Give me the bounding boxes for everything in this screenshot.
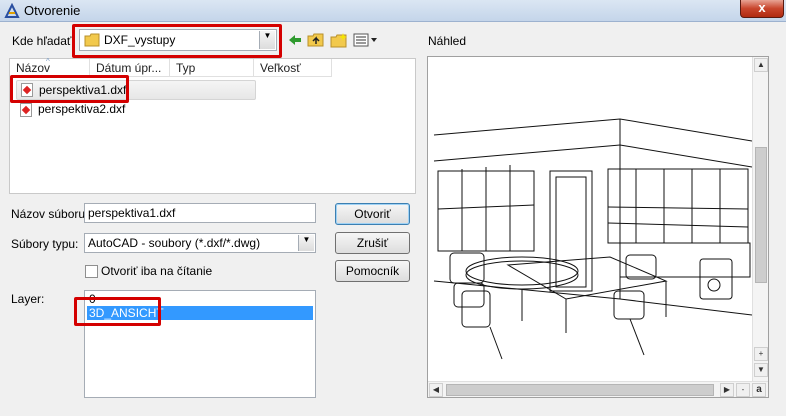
- cancel-button[interactable]: Zrušiť: [335, 232, 410, 254]
- preview-pane: ▲ + ▼ ◀ ▶ - a: [427, 56, 769, 398]
- column-header-size[interactable]: Veľkosť: [254, 59, 332, 77]
- app-icon: [4, 3, 20, 18]
- horizontal-scrollbar[interactable]: ◀ ▶ - a: [428, 381, 768, 397]
- open-button[interactable]: Otvoriť: [335, 203, 410, 225]
- scroll-down-icon[interactable]: ▼: [754, 363, 768, 377]
- filename-label: Názov súboru:: [11, 207, 89, 221]
- readonly-label: Otvoriť iba na čítanie: [101, 264, 213, 278]
- chevron-down-icon[interactable]: ▼: [298, 235, 314, 251]
- vertical-scrollbar[interactable]: ▲ + ▼: [752, 57, 768, 381]
- lookin-label: Kde hľadať:: [12, 34, 75, 48]
- list-item[interactable]: perspektiva2.dxf: [16, 101, 256, 119]
- scroll-left-icon[interactable]: ◀: [429, 383, 443, 397]
- zoom-out-button[interactable]: -: [736, 383, 750, 397]
- scrollbar-thumb[interactable]: [446, 384, 714, 396]
- highlight-box: [10, 75, 129, 103]
- highlight-box: [74, 297, 161, 326]
- scrollbar-thumb[interactable]: [755, 147, 767, 283]
- dxf-preview-drawing: [433, 118, 752, 360]
- view-menu-icon[interactable]: [353, 32, 379, 48]
- filetype-value: AutoCAD - soubory (*.dxf/*.dwg): [88, 236, 261, 250]
- file-name: perspektiva2.dxf: [38, 102, 126, 116]
- filename-input[interactable]: perspektiva1.dxf: [84, 203, 316, 223]
- highlight-box: [72, 24, 282, 58]
- filetype-label: Súbory typu:: [11, 237, 79, 251]
- column-header-type[interactable]: Typ: [170, 59, 254, 77]
- preview-label: Náhled: [428, 34, 467, 48]
- dxf-file-icon: [20, 103, 32, 117]
- back-arrow-icon[interactable]: [286, 32, 304, 48]
- zoom-all-button[interactable]: a: [752, 383, 766, 397]
- scroll-right-icon[interactable]: ▶: [720, 383, 734, 397]
- zoom-in-button[interactable]: +: [754, 347, 768, 361]
- new-folder-icon[interactable]: [330, 32, 348, 48]
- readonly-checkbox[interactable]: [85, 265, 98, 278]
- scroll-up-icon[interactable]: ▲: [754, 58, 768, 72]
- filetype-combo[interactable]: AutoCAD - soubory (*.dxf/*.dwg) ▼: [84, 233, 316, 253]
- title-bar: Otvorenie x: [0, 0, 786, 22]
- help-button[interactable]: Pomocník: [335, 260, 410, 282]
- window-title: Otvorenie: [24, 3, 81, 18]
- layer-label: Layer:: [11, 292, 45, 306]
- sort-up-icon: ^: [46, 57, 50, 66]
- close-button[interactable]: x: [740, 0, 784, 18]
- up-folder-icon[interactable]: [307, 32, 325, 48]
